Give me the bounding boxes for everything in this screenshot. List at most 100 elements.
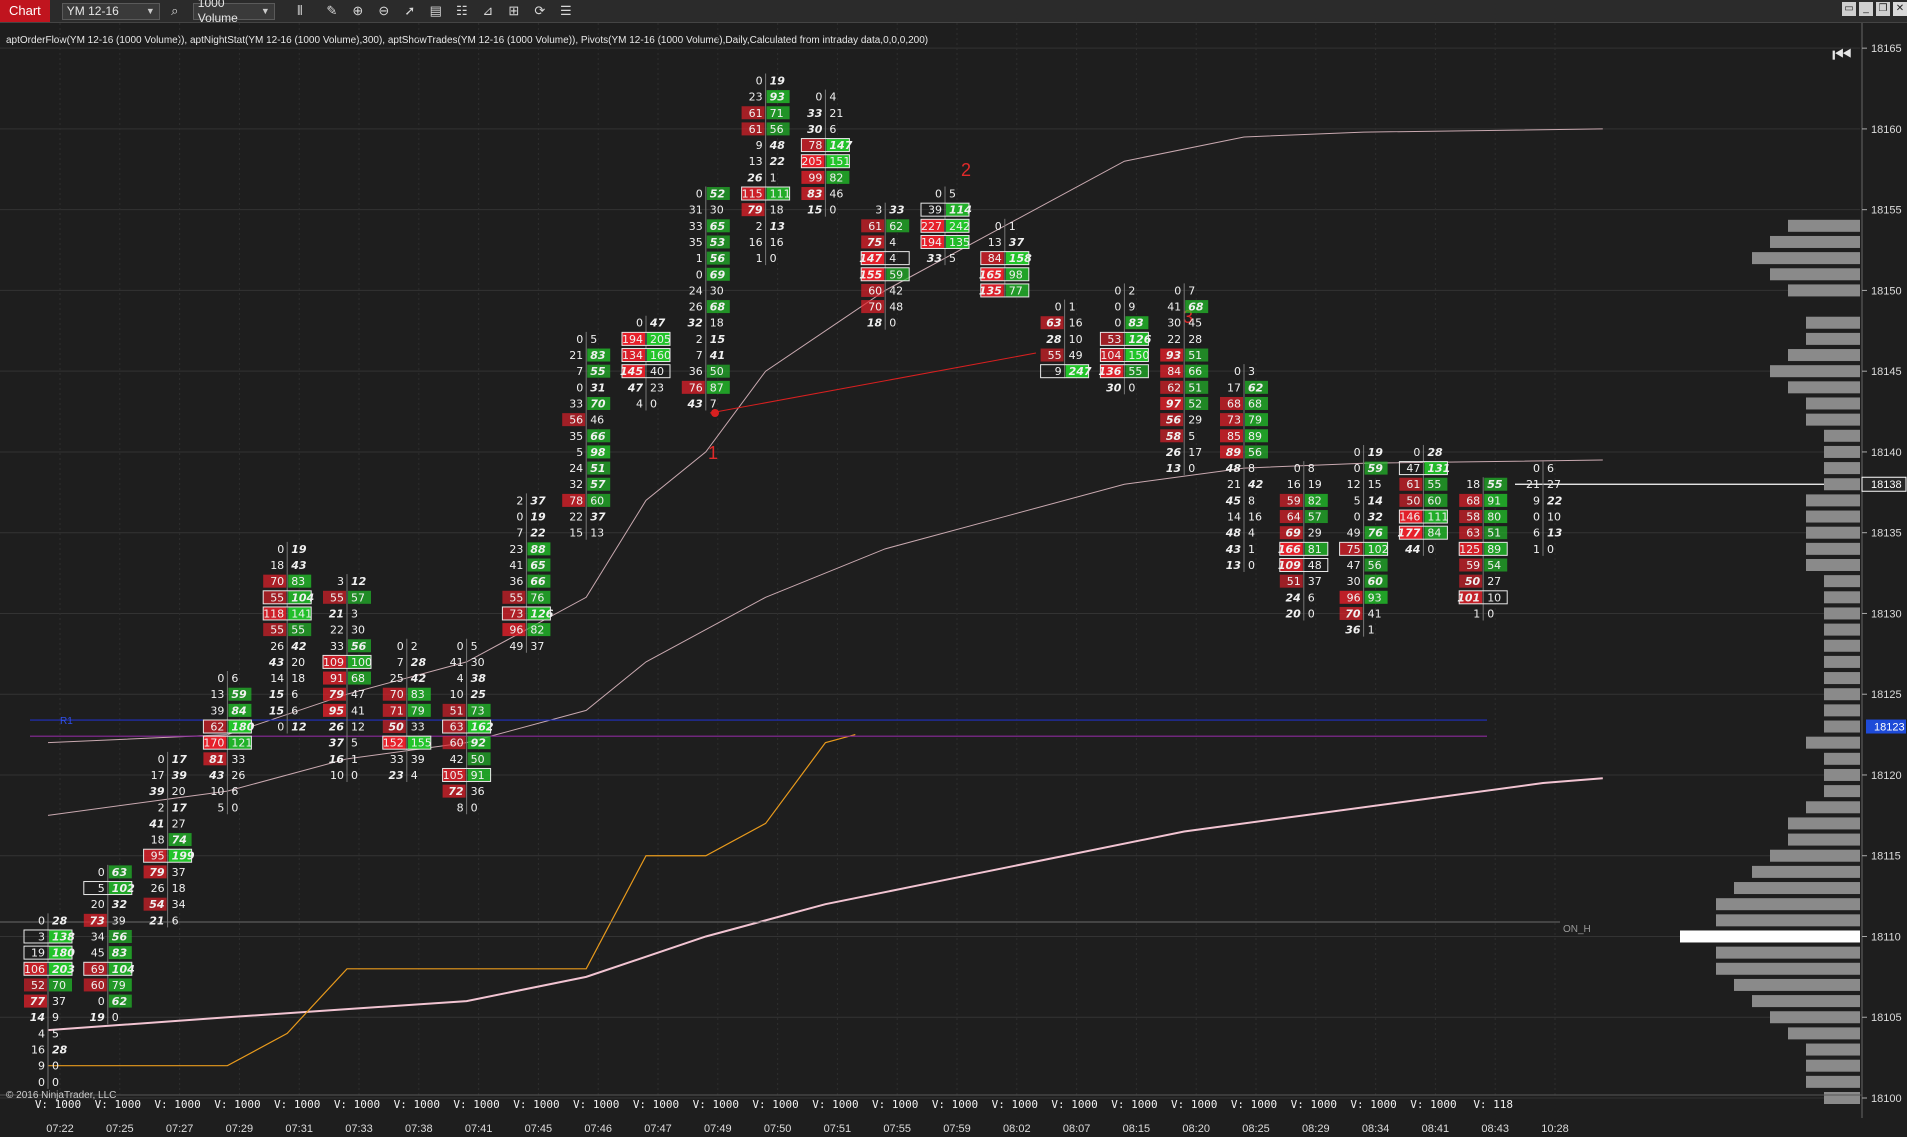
bid-value: 4 [38,1027,45,1040]
instrument-select[interactable]: YM 12-16 ▼ [61,2,160,20]
profile-bar [1806,494,1860,507]
ask-value: 6 [291,688,298,701]
ask-value: 81 [1308,543,1322,556]
ask-value: 84 [1427,527,1441,540]
bid-value: 145 [620,365,643,378]
bid-value: 42 [450,753,464,766]
bid-value: 3 [875,204,882,217]
bid-value: 0 [38,1076,45,1089]
bid-value: 7 [576,365,583,378]
ask-value: 6 [172,914,179,927]
ask-value: 9 [1128,301,1135,314]
bar-type-icon[interactable]: ⫴ [289,1,311,21]
ask-value: 56 [112,930,128,943]
ask-value: 47 [649,317,666,330]
bid-value: 30 [807,123,823,136]
ask-value: 55 [1128,365,1142,378]
restore-icon[interactable]: ❐ [1876,2,1890,16]
ask-value: 37 [52,995,66,1008]
price-tick-label: 18105 [1871,1012,1902,1024]
strategies-icon[interactable]: ⊿ [477,1,499,21]
footprint-bar: 15 083 4699 82205 15178 14730 633 210 4 [800,89,853,217]
profile-bar [1824,591,1860,604]
zoom-out-icon[interactable]: ⊖ [373,1,395,21]
ask-value: 41 [1368,607,1382,620]
footprint-bar: 49 37 96 82 73 126 55 76 36 66 41 65 23 88 7 22 0 19 2 37 [501,493,554,653]
templates-icon[interactable]: ⊞ [503,1,525,21]
footprint-chart[interactable]: ON_HR1123 0 09 016 284 514 977 3752 70106 20319 1… [0,23,1907,1137]
ask-value: 66 [1188,365,1202,378]
bid-value: 31 [689,204,703,217]
ask-value: 114 [949,204,972,217]
pointer-icon[interactable]: ➚ [399,1,421,21]
volume-label: V: 1000 [1171,1098,1217,1111]
ask-value: 48 [889,301,903,314]
period-select[interactable]: 1000 Volume ▼ [192,0,275,25]
bid-value: 170 [203,737,224,750]
ask-value: 42 [410,672,427,685]
properties-icon[interactable]: ▤ [425,1,447,21]
zoom-in-icon[interactable]: ⊕ [347,1,369,21]
close-icon[interactable]: ✕ [1893,2,1907,16]
bid-value: 109 [1278,559,1301,572]
bid-value: 50 [388,721,404,734]
footprint-bar: 13 0 26 17 58 5 56 29 97 52 62 51 84 66 93 51 22 28 30 45 41… [1160,283,1209,476]
ask-value: 141 [291,607,312,620]
tile-icon[interactable]: ▭ [1842,2,1856,16]
ask-value: 180 [52,947,75,960]
minimize-icon[interactable]: _ [1859,2,1873,16]
on-high-label: ON_H [1563,924,1591,935]
bid-value: 227 [921,220,942,233]
bid-value: 30 [1167,317,1181,330]
profile-bar [1806,736,1860,749]
ask-value: 4 [1248,527,1255,540]
time-label: 08:25 [1242,1123,1270,1135]
pencil-icon[interactable]: ✎ [321,1,343,21]
footprint-bar: 0 12 15 6 15 6 14 18 43 20 26 42 55 55 118 141 55 104 70 83… [262,541,314,734]
volume-label: V: 1000 [453,1098,499,1111]
ask-value: 121 [231,737,252,750]
chart-tab[interactable]: Chart [0,0,50,22]
indicators-icon[interactable]: ☷ [451,1,473,21]
bid-value: 24 [1285,591,1300,604]
list-icon[interactable]: ☰ [555,1,577,21]
footprint-bar: 10 016 137 526 1295 4179 4791 68109 10033 5622 302… [322,574,372,782]
bid-value: 36 [509,575,523,588]
ask-value: 1 [770,171,777,184]
bid-value: 78 [569,494,583,507]
bid-value: 136 [1098,365,1121,378]
ask-value: 41 [351,704,365,717]
ask-value: 6 [829,123,836,136]
bid-value: 43 [268,656,285,669]
ask-value: 104 [291,591,314,604]
ask-value: 199 [172,850,195,863]
bid-value: 16 [1287,478,1301,491]
bid-value: 37 [329,737,345,750]
bid-value: 6 [1533,527,1540,540]
bid-value: 96 [509,624,523,637]
ask-value: 74 [172,834,187,847]
ask-value: 47 [351,688,365,701]
profile-bar [1806,1043,1860,1056]
volume-label: V: 1000 [633,1098,679,1111]
profile-bar [1806,801,1860,814]
ask-value: 30 [471,656,485,669]
ask-value: 80 [1487,511,1501,524]
time-label: 07:49 [704,1123,732,1135]
refresh-icon[interactable]: ⟳ [529,1,551,21]
ask-value: 48 [1308,559,1322,572]
marker-price-label: 18123 [1874,722,1905,734]
bid-value: 0 [1413,446,1420,459]
footprint-bar: 23 4 33 39 152 155 50 33 71 79 70 83 25 42 7 28 0 2 [382,638,432,782]
bid-value: 20 [91,898,105,911]
bid-value: 15 [807,204,823,217]
ask-value: 54 [1487,559,1501,572]
ask-value: 5 [351,737,358,750]
bid-value: 12 [1347,478,1361,491]
ask-value: 83 [112,947,128,960]
bid-value: 26 [1166,446,1182,459]
bid-value: 79 [149,866,165,879]
search-icon[interactable]: ⌕ [164,1,186,21]
profile-bar [1806,1059,1860,1072]
bid-value: 61 [749,107,763,120]
